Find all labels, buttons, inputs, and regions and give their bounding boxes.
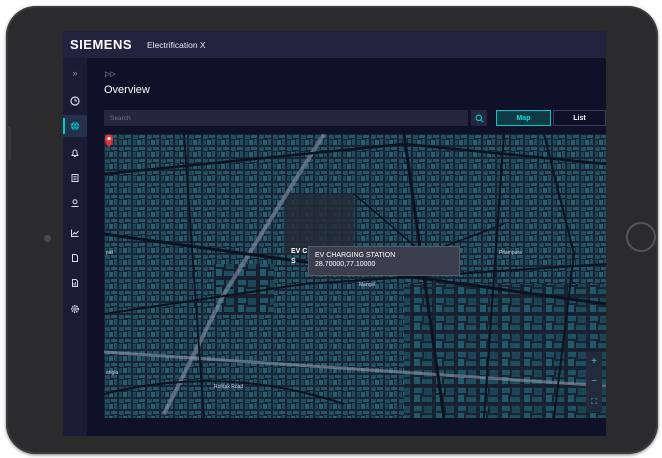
- map-view[interactable]: pat Mangol Pitampura angla Rohtak Road E…: [104, 134, 606, 418]
- gauge-icon: [70, 96, 80, 106]
- station-label-partial: EV C S: [291, 247, 307, 267]
- chevrons-right-icon: »: [72, 68, 78, 78]
- zoom-out-button[interactable]: −: [591, 377, 597, 387]
- map-street-label: pat: [106, 250, 113, 256]
- sidebar: »: [63, 58, 87, 436]
- sidebar-expand-button[interactable]: »: [63, 62, 87, 84]
- breadcrumb-expand-icon[interactable]: ▷▷: [105, 70, 116, 78]
- sidebar-item-dashboard[interactable]: [63, 90, 87, 112]
- tablet-side-button: [8, 126, 11, 160]
- brand-logo: SIEMENS: [70, 37, 133, 52]
- station-label-line: EV C: [291, 248, 308, 255]
- report-icon: [72, 279, 78, 287]
- sidebar-item-settings[interactable]: [63, 298, 87, 320]
- sidebar-item-documents[interactable]: [63, 247, 87, 269]
- search-button[interactable]: [471, 110, 487, 126]
- map-street-label: angla: [106, 370, 119, 376]
- zoom-in-button[interactable]: +: [591, 357, 597, 367]
- search-icon: [475, 114, 483, 122]
- page-title: Overview: [104, 84, 150, 96]
- globe-icon: [70, 121, 80, 131]
- map-zoom-controls: + − ⛶: [586, 352, 602, 412]
- sidebar-item-library[interactable]: [63, 167, 87, 189]
- sidebar-item-analytics[interactable]: [63, 222, 87, 244]
- sidebar-item-map[interactable]: [63, 115, 87, 137]
- map-pin-icon[interactable]: [104, 134, 114, 148]
- app-screen: SIEMENS Electrification X » ▷▷ Overview …: [63, 31, 606, 436]
- station-popup: EV CHARGING STATION 28.70000,77.10000: [308, 246, 460, 276]
- tablet-home-button: [626, 222, 656, 252]
- map-street-label: Rohtak Road: [214, 384, 244, 390]
- book-icon: [71, 174, 79, 182]
- map-street-label: Pitampura: [499, 250, 522, 256]
- search-input[interactable]: [104, 110, 468, 126]
- settings-icon: [70, 304, 80, 314]
- sidebar-item-reports[interactable]: [63, 272, 87, 294]
- tablet-camera: [44, 235, 51, 242]
- map-street-label: Mangol: [359, 282, 376, 288]
- user-pin-icon: [71, 199, 79, 207]
- tab-map[interactable]: Map: [496, 110, 551, 126]
- main-content: ▷▷ Overview Map List: [87, 58, 606, 436]
- bell-icon: [71, 149, 79, 157]
- station-label-line: S: [291, 258, 296, 265]
- popup-coordinates: 28.70000,77.10000: [315, 261, 376, 268]
- fullscreen-icon[interactable]: ⛶: [591, 397, 597, 407]
- top-bar: SIEMENS Electrification X: [63, 31, 606, 58]
- map-canvas[interactable]: [104, 134, 606, 418]
- tab-list[interactable]: List: [553, 110, 606, 126]
- popup-title: EV CHARGING STATION: [315, 252, 396, 259]
- app-title: Electrification X: [147, 39, 206, 50]
- document-icon: [72, 254, 78, 262]
- sidebar-item-alerts[interactable]: [63, 142, 87, 164]
- trend-chart-icon: [71, 229, 79, 237]
- sidebar-item-users[interactable]: [63, 192, 87, 214]
